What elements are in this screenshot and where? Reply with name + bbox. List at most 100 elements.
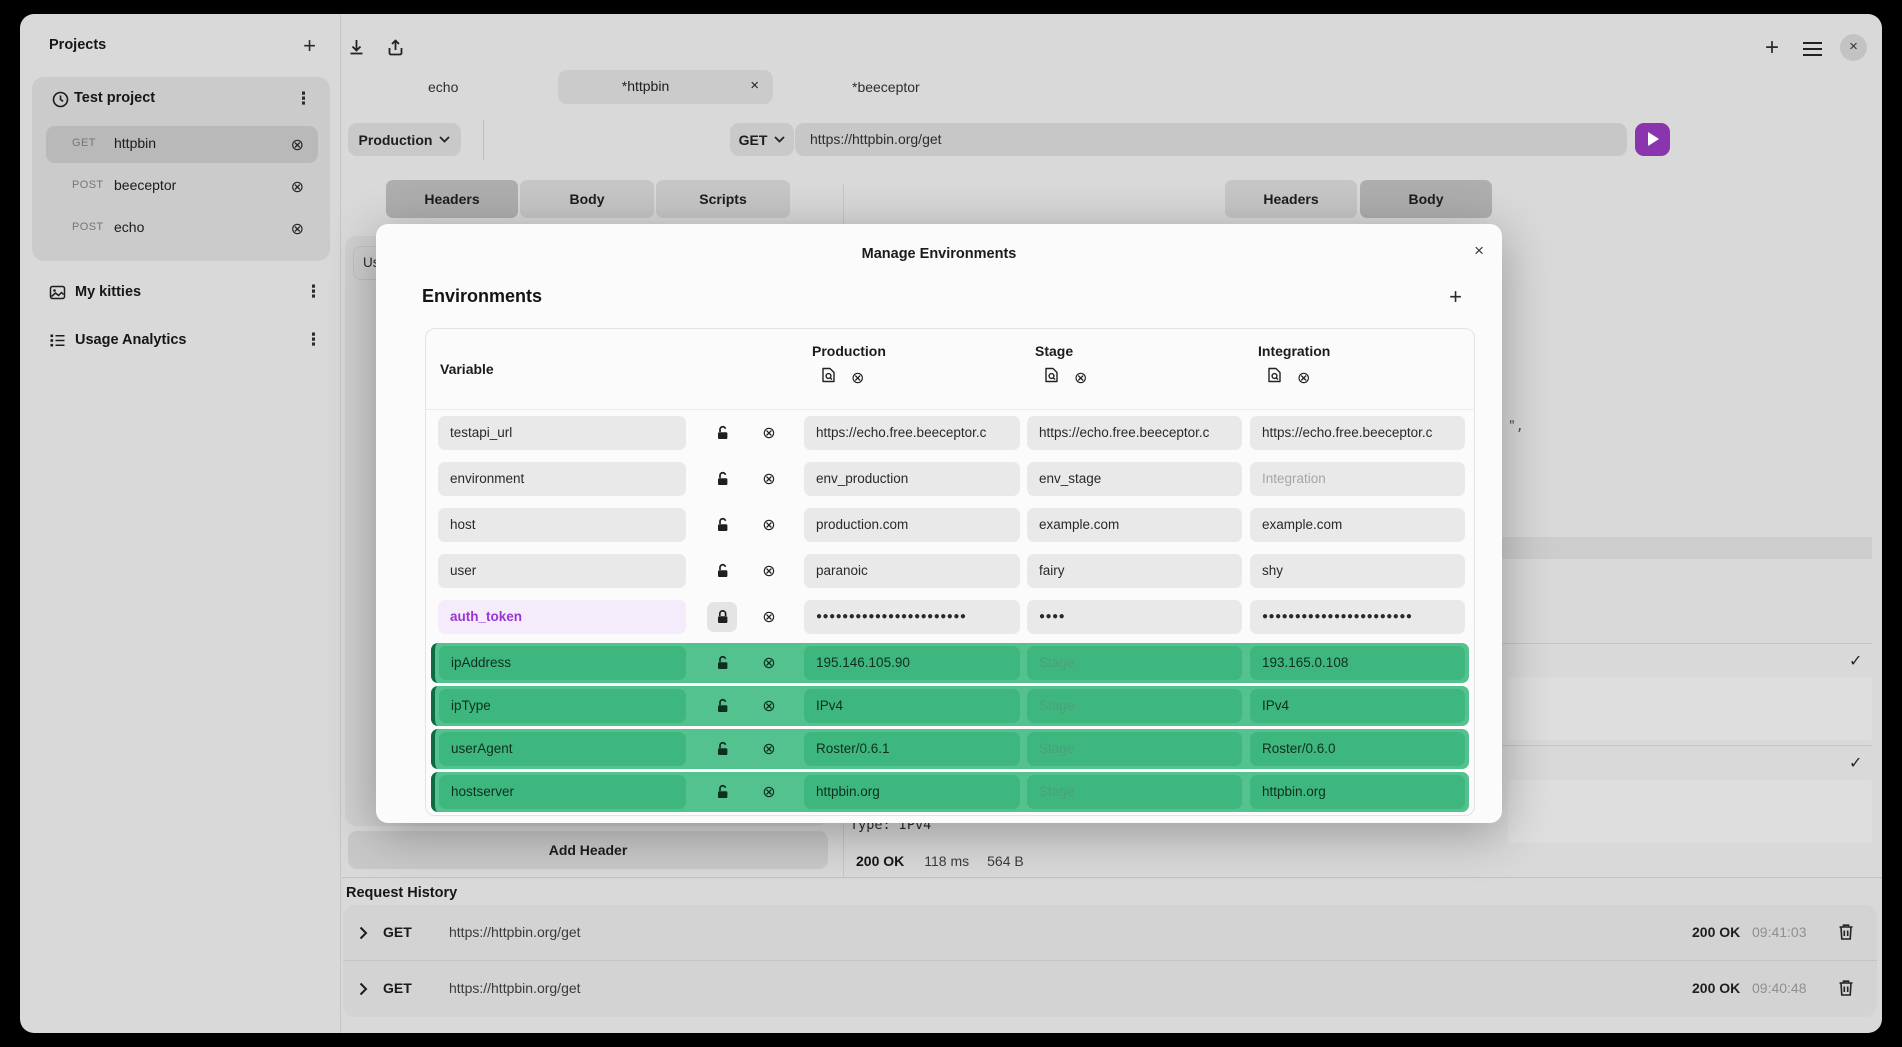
stage-value-input[interactable]: https://echo.free.beeceptor.c: [1027, 416, 1242, 450]
file-search-icon[interactable]: [1267, 367, 1282, 388]
lock-open-icon[interactable]: [712, 425, 732, 441]
new-tab-button[interactable]: +: [1765, 34, 1779, 62]
clear-environment-icon[interactable]: ⊗: [1074, 368, 1087, 388]
delete-variable-icon[interactable]: ⊗: [759, 423, 779, 443]
file-search-icon[interactable]: [821, 367, 836, 388]
history-row[interactable]: GET https://httpbin.org/get 200 OK 09:41…: [343, 905, 1877, 960]
stage-value-input[interactable]: Stage: [1027, 689, 1242, 723]
production-value-input[interactable]: env_production: [804, 462, 1020, 496]
integration-value-input[interactable]: 193.165.0.108: [1250, 646, 1465, 680]
stage-value-input[interactable]: env_stage: [1027, 462, 1242, 496]
production-value-input[interactable]: paranoic: [804, 554, 1020, 588]
trash-icon[interactable]: [1838, 923, 1854, 946]
export-icon[interactable]: [386, 38, 405, 62]
variable-name-input[interactable]: user: [438, 554, 686, 588]
sidebar-item-my-kitties[interactable]: My kitties ⋮: [20, 280, 340, 312]
trash-icon[interactable]: [1838, 979, 1854, 1002]
lock-open-icon[interactable]: [712, 563, 732, 579]
tab-response-body[interactable]: Body: [1360, 180, 1492, 218]
delete-variable-icon[interactable]: ⊗: [759, 561, 779, 581]
lock-open-icon[interactable]: [712, 698, 732, 714]
variable-name-input[interactable]: environment: [438, 462, 686, 496]
lock-open-icon[interactable]: [712, 655, 732, 671]
production-value-input[interactable]: production.com: [804, 508, 1020, 542]
stage-value-input[interactable]: ●●●●: [1027, 600, 1242, 634]
project-name[interactable]: Test project: [74, 90, 155, 106]
lock-open-icon[interactable]: [712, 471, 732, 487]
variable-name-input[interactable]: ipType: [439, 689, 686, 723]
add-project-button[interactable]: +: [303, 33, 316, 59]
integration-value-input[interactable]: httpbin.org: [1250, 775, 1465, 809]
variable-name-input[interactable]: hostserver: [439, 775, 686, 809]
sidebar-item-beeceptor[interactable]: POST beeceptor ⊗: [46, 168, 318, 205]
add-environment-button[interactable]: +: [1449, 286, 1462, 308]
expand-chevron-icon[interactable]: [359, 926, 368, 945]
stage-value-input[interactable]: fairy: [1027, 554, 1242, 588]
project-menu-icon[interactable]: ⋮: [295, 89, 312, 109]
lock-open-icon[interactable]: [712, 517, 732, 533]
production-value-input[interactable]: Roster/0.6.1: [804, 732, 1020, 766]
tab-close-icon[interactable]: ×: [750, 77, 759, 94]
file-search-icon[interactable]: [1044, 367, 1059, 388]
clear-environment-icon[interactable]: ⊗: [1297, 368, 1310, 388]
tab-request-body[interactable]: Body: [520, 180, 654, 218]
history-row[interactable]: GET https://httpbin.org/get 200 OK 09:40…: [343, 961, 1877, 1016]
expand-chevron-icon[interactable]: [359, 982, 368, 1001]
stage-value-input[interactable]: Stage: [1027, 646, 1242, 680]
variable-name-input[interactable]: ipAddress: [439, 646, 686, 680]
production-value-input[interactable]: https://echo.free.beeceptor.c: [804, 416, 1020, 450]
integration-value-input[interactable]: ●●●●●●●●●●●●●●●●●●●●●●●: [1250, 600, 1465, 634]
integration-value-input[interactable]: Roster/0.6.0: [1250, 732, 1465, 766]
variable-name-input[interactable]: auth_token: [438, 600, 686, 634]
sidebar-item-httpbin[interactable]: GET httpbin ⊗: [46, 126, 318, 163]
tab-request-headers[interactable]: Headers: [386, 180, 518, 218]
remove-request-icon[interactable]: ⊗: [291, 177, 304, 197]
production-value-input[interactable]: ●●●●●●●●●●●●●●●●●●●●●●●: [804, 600, 1020, 634]
clear-environment-icon[interactable]: ⊗: [851, 368, 864, 388]
production-value-input[interactable]: httpbin.org: [804, 775, 1020, 809]
stage-value-input[interactable]: example.com: [1027, 508, 1242, 542]
sidebar-item-echo[interactable]: POST echo ⊗: [46, 210, 318, 247]
remove-request-icon[interactable]: ⊗: [291, 219, 304, 239]
tab-response-headers[interactable]: Headers: [1225, 180, 1357, 218]
stage-value-input[interactable]: Stage: [1027, 775, 1242, 809]
send-request-button[interactable]: [1635, 123, 1670, 156]
modal-close-icon[interactable]: ×: [1474, 241, 1484, 261]
delete-variable-icon[interactable]: ⊗: [759, 782, 779, 802]
variable-name-input[interactable]: testapi_url: [438, 416, 686, 450]
import-icon[interactable]: [347, 38, 366, 62]
variable-name-input[interactable]: userAgent: [439, 732, 686, 766]
integration-value-input[interactable]: example.com: [1250, 508, 1465, 542]
tab-beeceptor[interactable]: *beeceptor: [852, 79, 920, 95]
delete-variable-icon[interactable]: ⊗: [759, 515, 779, 535]
url-input[interactable]: https://httpbin.org/get: [795, 123, 1627, 156]
stage-value-input[interactable]: Stage: [1027, 732, 1242, 766]
delete-variable-icon[interactable]: ⊗: [759, 739, 779, 759]
lock-open-icon[interactable]: [712, 741, 732, 757]
delete-variable-icon[interactable]: ⊗: [759, 696, 779, 716]
add-header-button[interactable]: Add Header: [348, 831, 828, 869]
tab-request-scripts[interactable]: Scripts: [656, 180, 790, 218]
delete-variable-icon[interactable]: ⊗: [759, 653, 779, 673]
lock-closed-icon[interactable]: [707, 602, 737, 632]
hamburger-menu-icon[interactable]: [1802, 41, 1823, 62]
integration-value-input[interactable]: Integration: [1250, 462, 1465, 496]
environment-selector[interactable]: Production: [348, 123, 461, 156]
remove-request-icon[interactable]: ⊗: [291, 135, 304, 155]
tab-echo[interactable]: echo: [428, 79, 458, 95]
lock-open-icon[interactable]: [712, 784, 732, 800]
kebab-menu-icon[interactable]: ⋮: [305, 330, 322, 350]
production-value-input[interactable]: 195.146.105.90: [804, 646, 1020, 680]
method-selector[interactable]: GET: [730, 123, 794, 156]
integration-value-input[interactable]: IPv4: [1250, 689, 1465, 723]
production-value-input[interactable]: IPv4: [804, 689, 1020, 723]
delete-variable-icon[interactable]: ⊗: [759, 469, 779, 489]
integration-value-input[interactable]: https://echo.free.beeceptor.c: [1250, 416, 1465, 450]
sidebar-item-usage-analytics[interactable]: Usage Analytics ⋮: [20, 328, 340, 360]
variable-name-input[interactable]: host: [438, 508, 686, 542]
tab-httpbin[interactable]: *httpbin ×: [558, 70, 773, 104]
window-close-button[interactable]: ×: [1840, 34, 1867, 61]
delete-variable-icon[interactable]: ⊗: [759, 607, 779, 627]
integration-value-input[interactable]: shy: [1250, 554, 1465, 588]
kebab-menu-icon[interactable]: ⋮: [305, 282, 322, 302]
